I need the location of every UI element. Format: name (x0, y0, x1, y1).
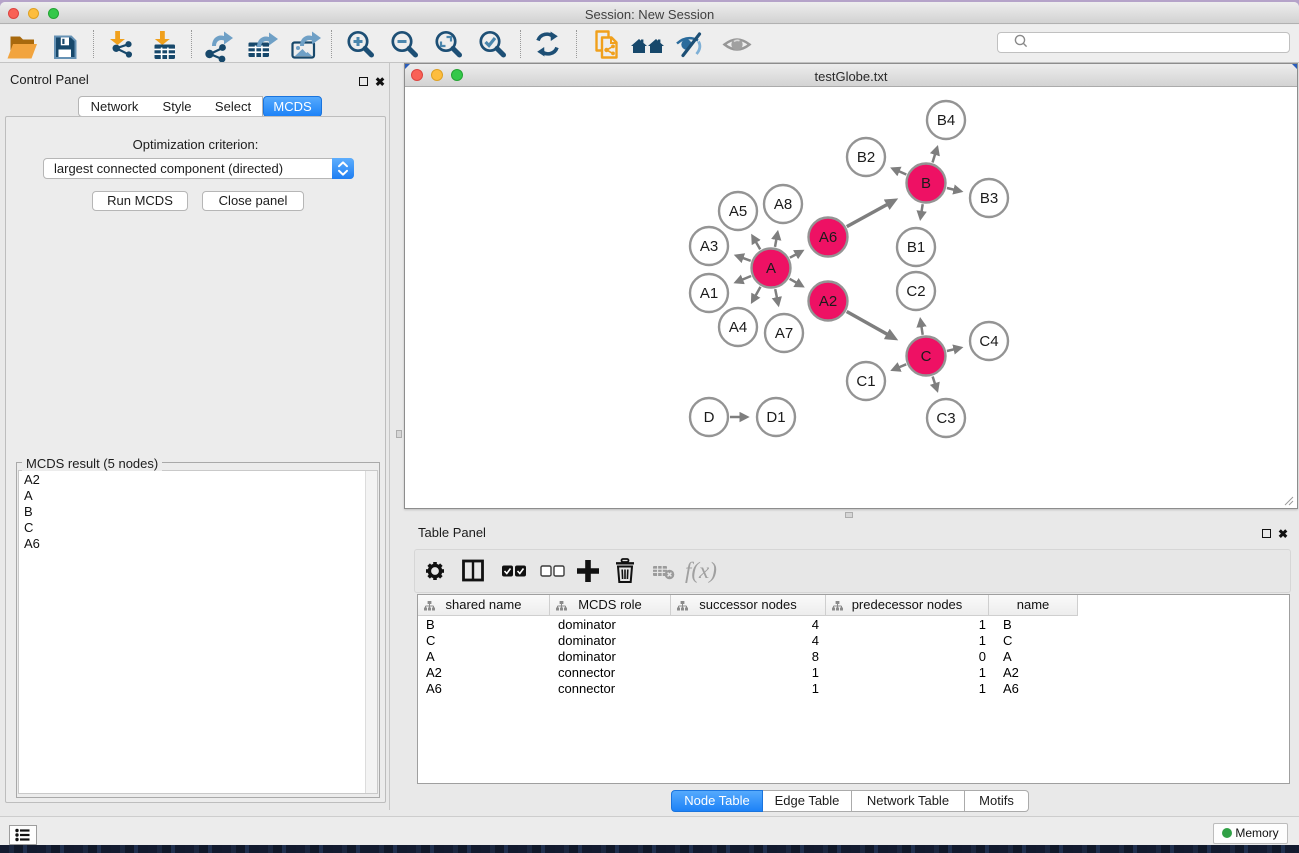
svg-text:A7: A7 (775, 325, 793, 342)
svg-text:A5: A5 (729, 203, 747, 220)
svg-text:B: B (921, 175, 931, 192)
svg-text:A6: A6 (819, 229, 837, 246)
svg-text:A3: A3 (700, 238, 718, 255)
svg-text:B3: B3 (980, 190, 998, 207)
svg-text:A4: A4 (729, 319, 747, 336)
svg-text:D: D (704, 409, 715, 426)
svg-text:C1: C1 (856, 373, 875, 390)
svg-text:D1: D1 (766, 409, 785, 426)
svg-text:A: A (766, 260, 776, 277)
svg-text:A8: A8 (774, 196, 792, 213)
svg-text:A2: A2 (819, 293, 837, 310)
svg-text:A1: A1 (700, 285, 718, 302)
svg-text:C3: C3 (936, 410, 955, 427)
svg-text:B2: B2 (857, 149, 875, 166)
svg-text:B4: B4 (937, 112, 955, 129)
svg-text:B1: B1 (907, 239, 925, 256)
svg-text:C4: C4 (979, 333, 998, 350)
svg-text:C2: C2 (906, 283, 925, 300)
svg-text:C: C (921, 348, 932, 365)
